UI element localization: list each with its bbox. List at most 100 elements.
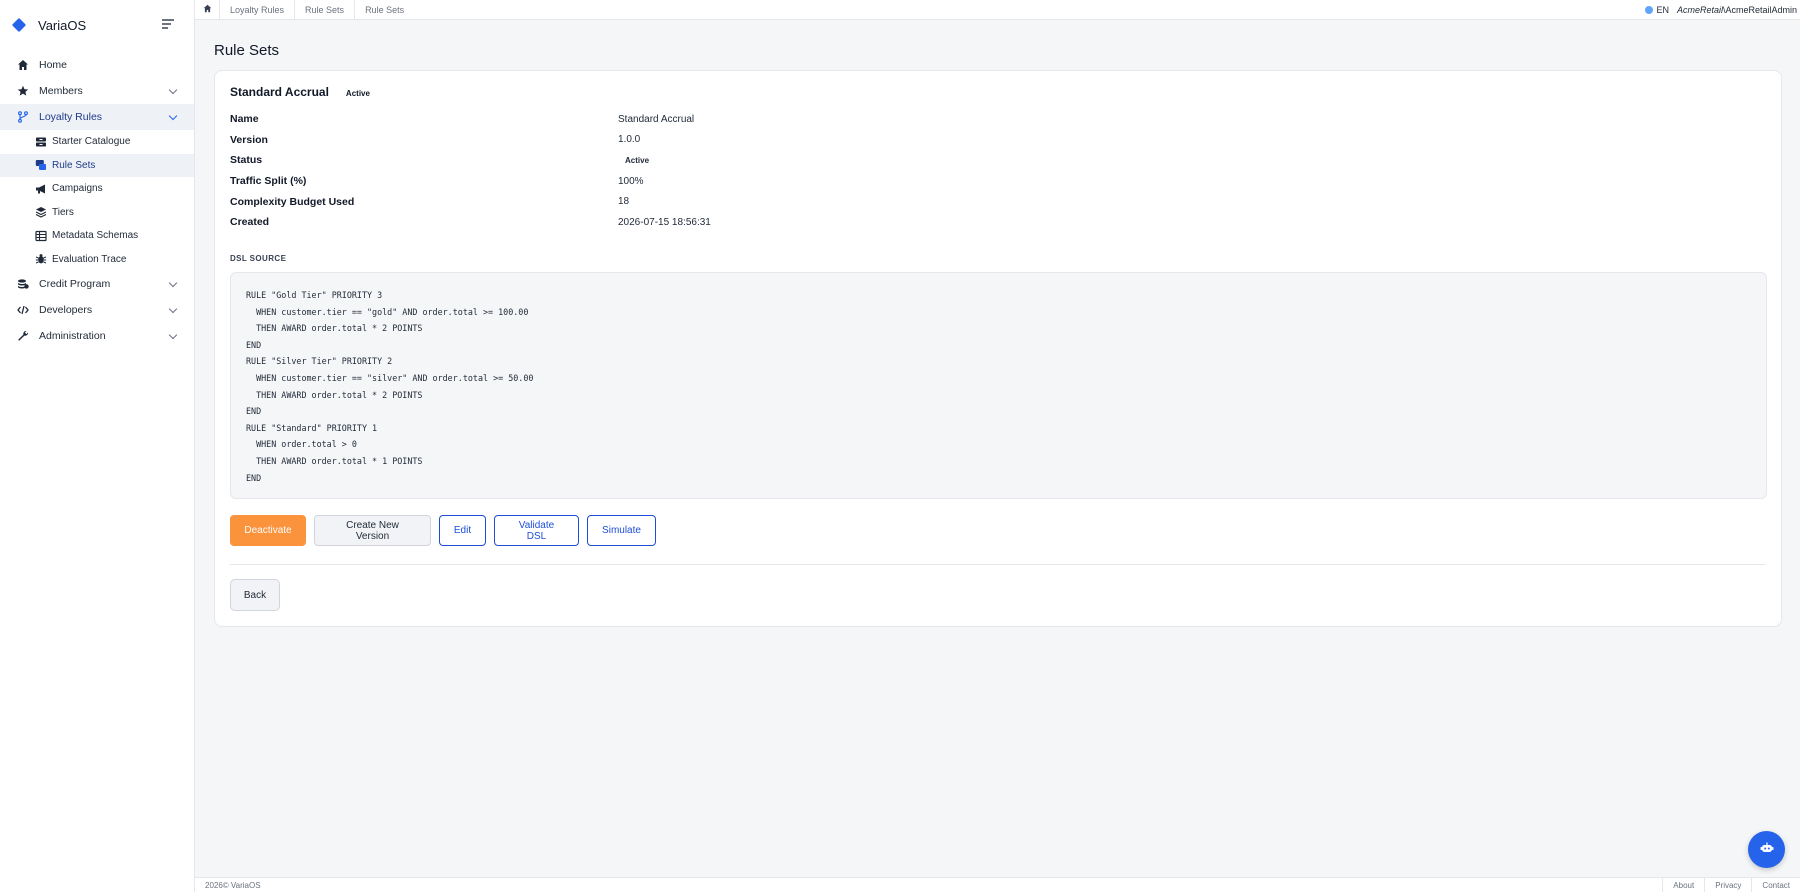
detail-row-name: Name Standard Accrual bbox=[230, 109, 1030, 130]
collapse-sidebar-icon[interactable] bbox=[162, 19, 174, 29]
chevron-down-icon bbox=[168, 111, 178, 120]
topbar-right: EN AcmeRetail\AcmeRetailAdmin bbox=[1645, 0, 1797, 20]
deactivate-button[interactable]: Deactivate bbox=[230, 515, 306, 546]
breadcrumb-home[interactable] bbox=[195, 0, 220, 20]
table-icon bbox=[35, 230, 47, 242]
validate-dsl-button[interactable]: Validate DSL bbox=[494, 515, 579, 546]
sidebar-subitem-label: Rule Sets bbox=[52, 159, 96, 171]
rule-sets-icon bbox=[35, 159, 47, 171]
simulate-button[interactable]: Simulate bbox=[587, 515, 656, 546]
copyright: 2026© VariaOS bbox=[205, 880, 261, 890]
detail-value: Standard Accrual bbox=[618, 113, 695, 125]
brand: VariaOS bbox=[0, 0, 194, 50]
sidebar-subitem-label: Campaigns bbox=[52, 183, 103, 195]
detail-row-created: Created 2026-07-15 18:56:31 bbox=[230, 212, 1030, 233]
bot-icon bbox=[1760, 841, 1774, 858]
ruleset-title: Standard Accrual bbox=[230, 85, 329, 99]
detail-row-status: Status Active bbox=[230, 150, 1030, 171]
dsl-line: RULE "Silver Tier" PRIORITY 2 bbox=[246, 356, 393, 367]
dsl-line: END bbox=[246, 472, 262, 483]
status-badge: Active bbox=[625, 155, 650, 165]
user-menu[interactable]: AcmeRetail\AcmeRetailAdmin bbox=[1677, 5, 1797, 15]
detail-label: Created bbox=[230, 216, 270, 229]
megaphone-icon bbox=[35, 183, 47, 195]
detail-row-version: Version 1.0.0 bbox=[230, 130, 1030, 151]
detail-label: Complexity Budget Used bbox=[230, 195, 355, 208]
sidebar-subitem-tiers[interactable]: Tiers bbox=[0, 201, 194, 225]
dsl-line: RULE "Standard" PRIORITY 1 bbox=[246, 422, 378, 433]
globe-icon bbox=[1645, 6, 1654, 14]
sidebar-nav: Home Members Loyalty Rules Starter Catal… bbox=[0, 50, 194, 349]
sidebar-item-members[interactable]: Members bbox=[0, 78, 194, 104]
drawer-icon bbox=[35, 136, 47, 148]
create-new-version-button[interactable]: Create New Version bbox=[314, 515, 431, 546]
dsl-line: WHEN customer.tier == "gold" AND order.t… bbox=[246, 306, 529, 317]
footer-link-privacy[interactable]: Privacy bbox=[1704, 878, 1751, 892]
chevron-down-icon bbox=[168, 85, 178, 94]
sidebar-item-developers[interactable]: Developers bbox=[0, 297, 194, 323]
dsl-line: THEN AWARD order.total * 2 POINTS bbox=[246, 389, 423, 400]
edit-button[interactable]: Edit bbox=[439, 515, 486, 546]
action-bar: Deactivate Create New Version Edit Valid… bbox=[230, 515, 664, 546]
code-icon bbox=[17, 304, 29, 316]
main-content: Rule Sets Standard Accrual Active Name S… bbox=[195, 20, 1800, 877]
detail-value: 1.0.0 bbox=[618, 134, 641, 146]
wrench-icon bbox=[17, 330, 29, 342]
tenant-name: AcmeRetail bbox=[1676, 5, 1723, 15]
dsl-line: END bbox=[246, 406, 262, 417]
dsl-line: END bbox=[246, 339, 262, 350]
sidebar-subitem-evaluation-trace[interactable]: Evaluation Trace bbox=[0, 248, 194, 272]
detail-value: 2026-07-15 18:56:31 bbox=[618, 216, 711, 228]
chevron-down-icon bbox=[168, 330, 178, 339]
breadcrumb-loyalty-rules[interactable]: Loyalty Rules bbox=[220, 0, 296, 20]
status-badge: Active bbox=[345, 88, 370, 98]
sidebar: VariaOS Home Members Loyalty Rules Start… bbox=[0, 0, 195, 892]
layers-icon bbox=[35, 206, 47, 218]
footer-link-about[interactable]: About bbox=[1662, 878, 1704, 892]
star-icon bbox=[17, 85, 29, 97]
detail-value: 18 bbox=[618, 196, 630, 208]
sidebar-item-label: Members bbox=[39, 85, 83, 97]
sidebar-subitem-label: Metadata Schemas bbox=[52, 230, 139, 242]
sidebar-subitem-metadata-schemas[interactable]: Metadata Schemas bbox=[0, 224, 194, 248]
breadcrumb-rule-sets[interactable]: Rule Sets bbox=[295, 0, 356, 20]
dsl-line: WHEN order.total > 0 bbox=[246, 439, 357, 450]
detail-label: Status bbox=[230, 154, 263, 167]
dsl-line: THEN AWARD order.total * 1 POINTS bbox=[246, 455, 423, 466]
branch-icon bbox=[17, 111, 29, 123]
dsl-line: RULE "Gold Tier" PRIORITY 3 bbox=[246, 290, 383, 300]
back-button[interactable]: Back bbox=[230, 579, 280, 611]
chat-assistant-button[interactable] bbox=[1748, 831, 1785, 868]
sidebar-item-label: Developers bbox=[39, 304, 93, 316]
sidebar-item-administration[interactable]: Administration bbox=[0, 323, 194, 349]
footer-link-contact[interactable]: Contact bbox=[1751, 878, 1800, 892]
sidebar-subitem-starter-catalogue[interactable]: Starter Catalogue bbox=[0, 130, 194, 154]
breadcrumb-rule-sets-current[interactable]: Rule Sets bbox=[355, 0, 414, 20]
detail-row-complexity: Complexity Budget Used 18 bbox=[230, 191, 1030, 212]
sidebar-item-label: Credit Program bbox=[39, 278, 111, 290]
detail-value: 100% bbox=[618, 175, 644, 187]
language-selector[interactable]: EN bbox=[1645, 5, 1669, 15]
logo-icon bbox=[11, 17, 27, 33]
top-bar: Loyalty Rules Rule Sets Rule Sets EN Acm… bbox=[195, 0, 1800, 20]
home-icon bbox=[17, 59, 29, 71]
sidebar-subitem-label: Starter Catalogue bbox=[52, 136, 131, 148]
sidebar-subitem-label: Tiers bbox=[52, 206, 74, 218]
ruleset-card: Standard Accrual Active Name Standard Ac… bbox=[214, 70, 1782, 627]
bug-icon bbox=[35, 253, 47, 265]
coins-icon bbox=[17, 278, 29, 290]
dsl-section-label: DSL SOURCE bbox=[230, 254, 287, 263]
sidebar-item-credit-program[interactable]: Credit Program bbox=[0, 271, 194, 297]
sidebar-item-home[interactable]: Home bbox=[0, 52, 194, 78]
detail-label: Version bbox=[230, 133, 268, 146]
sidebar-item-loyalty-rules[interactable]: Loyalty Rules bbox=[0, 104, 194, 130]
page-title: Rule Sets bbox=[214, 42, 280, 59]
chevron-down-icon bbox=[168, 304, 178, 313]
detail-label: Name bbox=[230, 113, 259, 126]
sidebar-subitem-rule-sets[interactable]: Rule Sets bbox=[0, 153, 194, 177]
home-icon bbox=[203, 4, 212, 15]
detail-list: Name Standard Accrual Version 1.0.0 Stat… bbox=[230, 109, 1030, 233]
footer: 2026© VariaOS About Privacy Contact bbox=[195, 877, 1800, 892]
sidebar-item-label: Loyalty Rules bbox=[39, 111, 103, 123]
sidebar-subitem-campaigns[interactable]: Campaigns bbox=[0, 177, 194, 201]
